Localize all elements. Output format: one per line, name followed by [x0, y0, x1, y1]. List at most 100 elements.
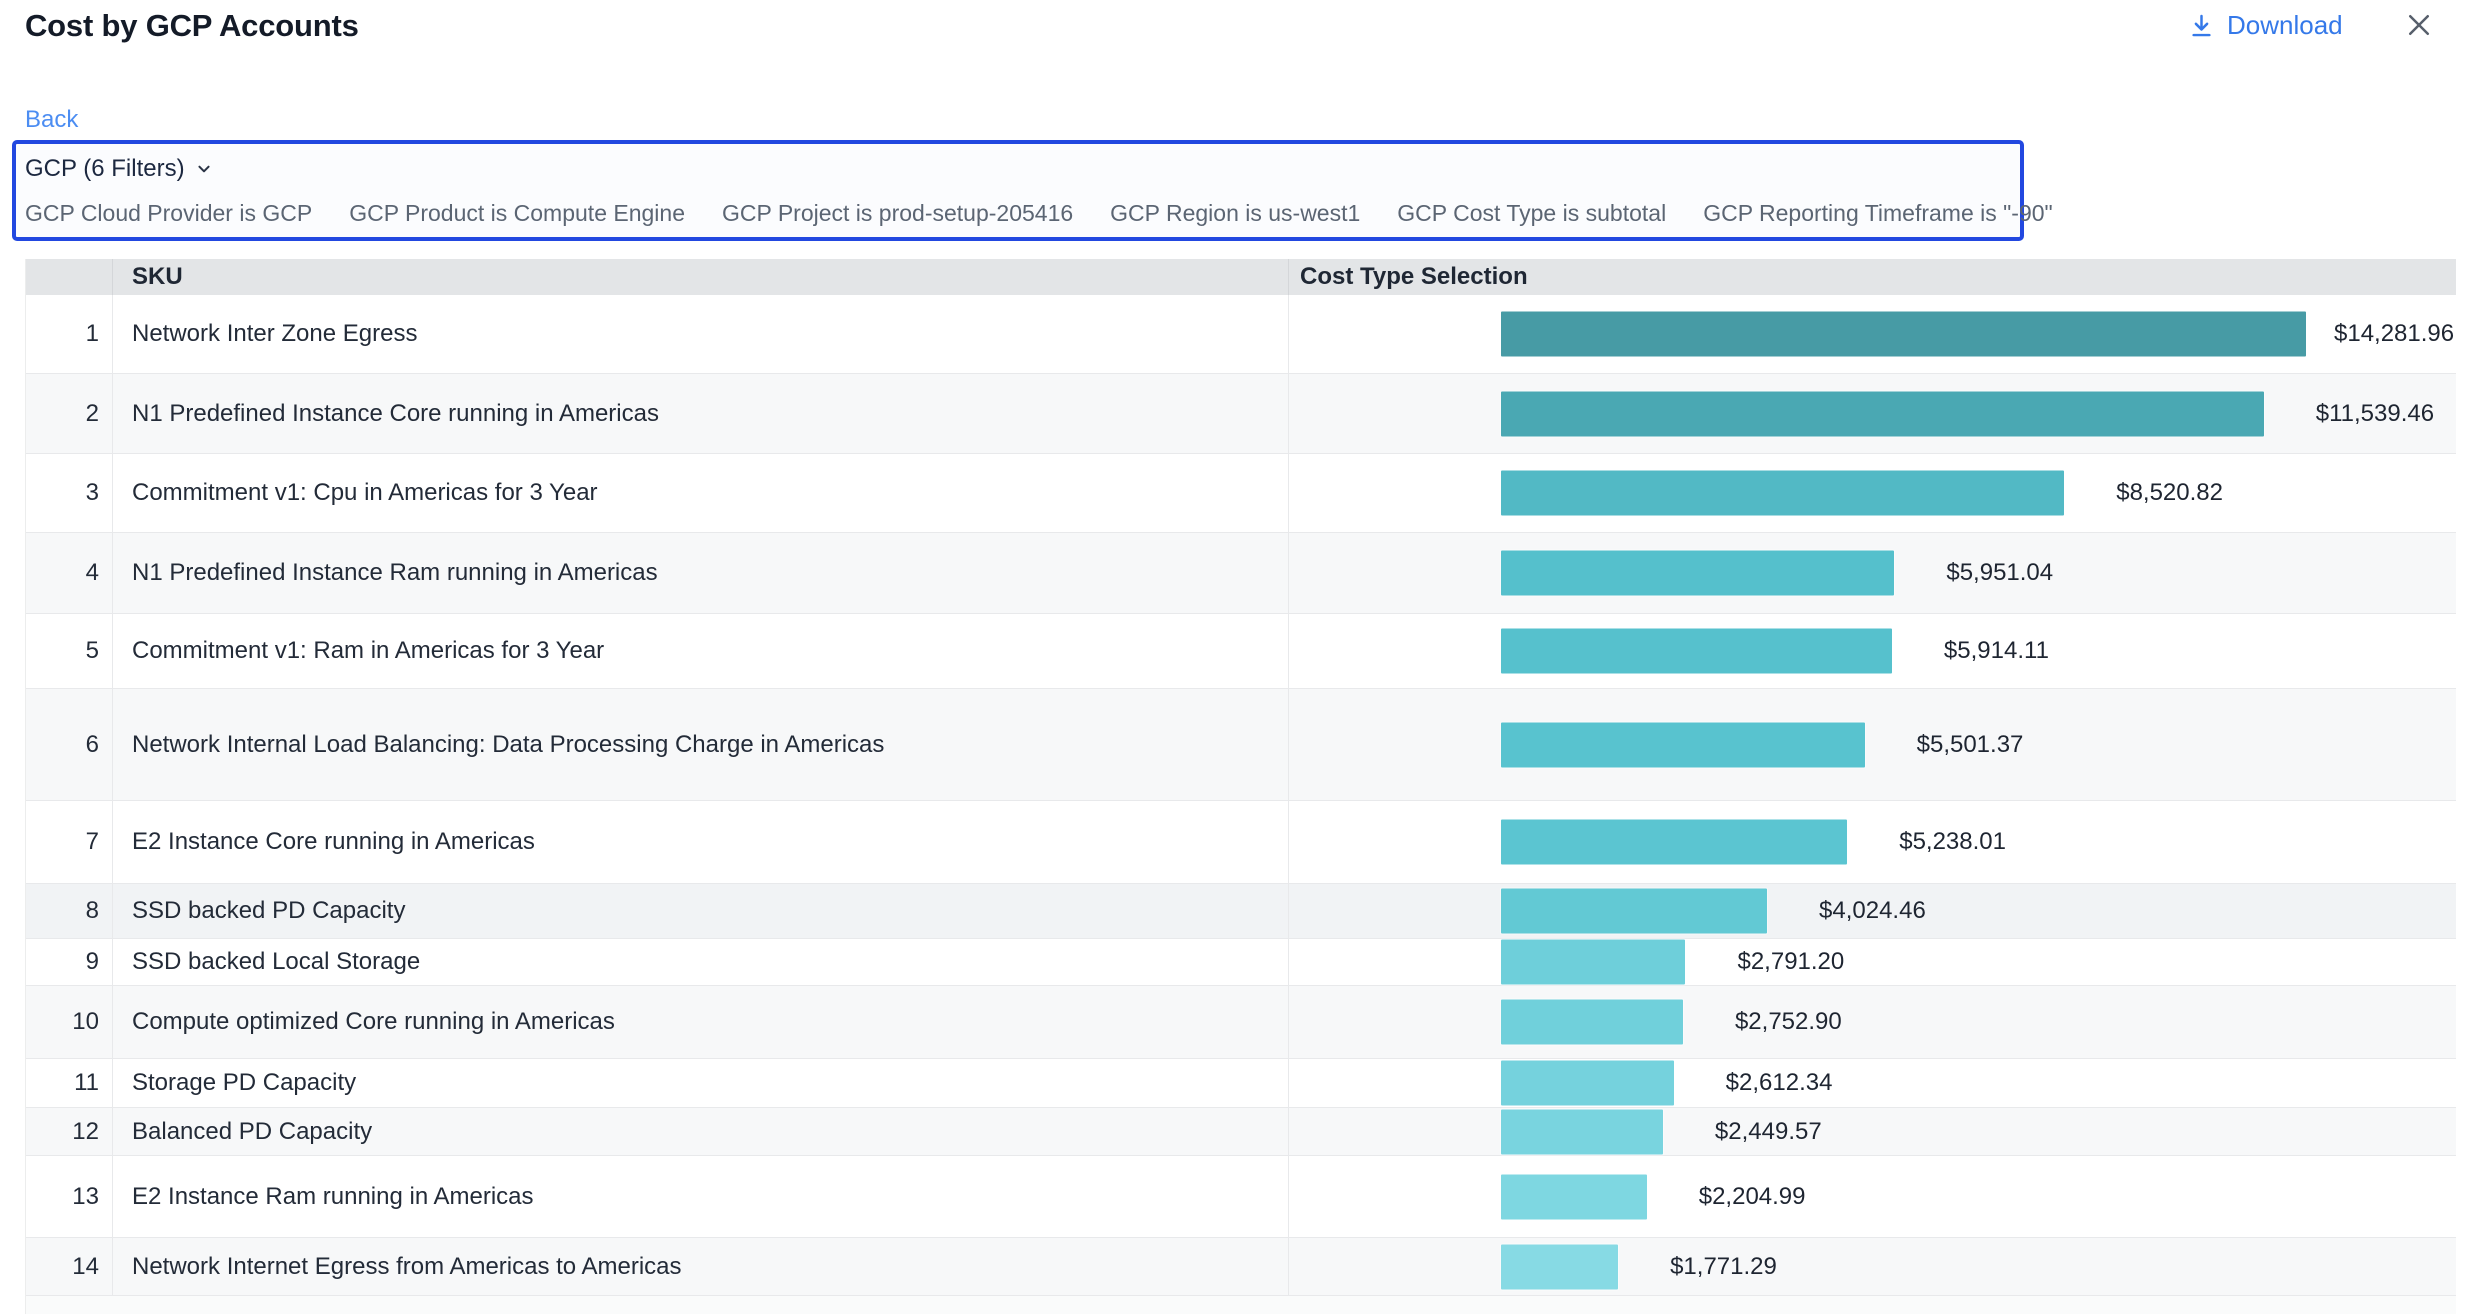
- cost-bar-cell: $5,501.37: [1289, 689, 2456, 800]
- cost-bar: [1501, 312, 2306, 357]
- row-rank: 11: [26, 1059, 113, 1107]
- cost-bar: [1501, 722, 1865, 767]
- cost-bar-cell: $4,024.46: [1289, 884, 2456, 938]
- filter-chip-list: GCP Cloud Provider is GCPGCP Product is …: [25, 200, 2053, 227]
- row-rank: 7: [26, 801, 113, 883]
- sku-cell: Network Internal Load Balancing: Data Pr…: [113, 689, 1289, 800]
- cost-bar: [1501, 1174, 1647, 1219]
- row-rank: 9: [26, 939, 113, 985]
- cost-value-label: $5,914.11: [1944, 637, 2049, 665]
- sku-cell: E2 Instance Ram running in Americas: [113, 1156, 1289, 1237]
- cost-value-label: $5,951.04: [1946, 559, 2053, 587]
- sku-cell: Commitment v1: Cpu in Americas for 3 Yea…: [113, 454, 1289, 532]
- table-row[interactable]: 13 E2 Instance Ram running in Americas $…: [26, 1156, 2456, 1238]
- cost-value-label: $2,204.99: [1699, 1183, 1806, 1211]
- filter-chip: GCP Product is Compute Engine: [349, 200, 685, 227]
- row-rank: 8: [26, 884, 113, 938]
- cost-value-label: $2,752.90: [1735, 1008, 1842, 1036]
- table-row[interactable]: 12 Balanced PD Capacity $2,449.57: [26, 1108, 2456, 1156]
- cost-bar-cell: $8,520.82: [1289, 454, 2456, 532]
- download-label: Download: [2227, 10, 2343, 41]
- cost-bar: [1501, 391, 2264, 436]
- filter-dropdown-toggle[interactable]: GCP (6 Filters): [25, 154, 215, 184]
- table-row[interactable]: 5 Commitment v1: Ram in Americas for 3 Y…: [26, 614, 2456, 689]
- cost-bar: [1501, 1061, 1674, 1106]
- sku-cell: Storage PD Capacity: [113, 1059, 1289, 1107]
- column-header-rank: [26, 259, 113, 295]
- row-rank: 12: [26, 1108, 113, 1155]
- cost-value-label: $4,024.46: [1819, 897, 1926, 925]
- row-rank: 3: [26, 454, 113, 532]
- close-button[interactable]: [2402, 8, 2436, 42]
- table-row[interactable]: 9 SSD backed Local Storage $2,791.20: [26, 939, 2456, 986]
- table-row[interactable]: 10 Compute optimized Core running in Ame…: [26, 986, 2456, 1059]
- filter-chip: GCP Cost Type is subtotal: [1397, 200, 1666, 227]
- column-header-cost-type-selection: Cost Type Selection: [1289, 259, 2456, 295]
- table-row[interactable]: 8 SSD backed PD Capacity $4,024.46: [26, 884, 2456, 939]
- cost-bar-cell: $2,204.99: [1289, 1156, 2456, 1237]
- cost-bar-cell: $2,612.34: [1289, 1059, 2456, 1107]
- filter-panel: GCP (6 Filters) GCP Cloud Provider is GC…: [12, 140, 2024, 241]
- cost-table: SKU Cost Type Selection 1 Network Inter …: [25, 259, 2456, 1314]
- close-icon: [2404, 10, 2434, 40]
- page-title: Cost by GCP Accounts: [25, 8, 359, 44]
- cost-bar: [1501, 889, 1767, 934]
- sku-cell: Commitment v1: Ram in Americas for 3 Yea…: [113, 614, 1289, 688]
- row-rank: 5: [26, 614, 113, 688]
- download-icon: [2188, 12, 2215, 39]
- table-header-row: SKU Cost Type Selection: [26, 259, 2456, 295]
- filter-chip: GCP Reporting Timeframe is "-90": [1703, 200, 2053, 227]
- cost-bar: [1501, 551, 1894, 596]
- cost-value-label: $8,520.82: [2116, 479, 2223, 507]
- cost-value-label: $2,612.34: [1726, 1069, 1833, 1097]
- filter-chip: GCP Project is prod-setup-205416: [722, 200, 1073, 227]
- cost-bar-cell: $14,281.96: [1289, 295, 2456, 373]
- row-rank: 2: [26, 374, 113, 453]
- cost-bar: [1501, 940, 1685, 985]
- cost-bar-cell: $1,771.29: [1289, 1238, 2456, 1295]
- sku-cell: E2 Instance Core running in Americas: [113, 801, 1289, 883]
- row-rank: 13: [26, 1156, 113, 1237]
- cost-value-label: $2,449.57: [1715, 1118, 1822, 1146]
- cost-bar: [1501, 820, 1847, 865]
- row-rank: 4: [26, 533, 113, 613]
- download-button[interactable]: Download: [2188, 10, 2343, 41]
- row-rank: 10: [26, 986, 113, 1058]
- cost-bar-cell: $5,951.04: [1289, 533, 2456, 613]
- cost-bar-cell: $2,449.57: [1289, 1108, 2456, 1155]
- cost-value-label: $11,539.46: [2316, 400, 2434, 428]
- cost-bar: [1501, 629, 1892, 674]
- cost-bar: [1501, 1000, 1683, 1045]
- table-row[interactable]: 7 E2 Instance Core running in Americas $…: [26, 801, 2456, 884]
- cost-value-label: $5,238.01: [1899, 828, 2006, 856]
- filter-chip: GCP Region is us-west1: [1110, 200, 1360, 227]
- cost-bar-cell: $5,238.01: [1289, 801, 2456, 883]
- row-rank: 1: [26, 295, 113, 373]
- table-row[interactable]: 2 N1 Predefined Instance Core running in…: [26, 374, 2456, 454]
- row-rank: 14: [26, 1238, 113, 1295]
- cost-value-label: $2,791.20: [1737, 948, 1844, 976]
- cost-bar-cell: $2,791.20: [1289, 939, 2456, 985]
- table-row[interactable]: 11 Storage PD Capacity $2,612.34: [26, 1059, 2456, 1108]
- chevron-down-icon: [193, 158, 215, 180]
- sku-cell: SSD backed PD Capacity: [113, 884, 1289, 938]
- table-row[interactable]: 3 Commitment v1: Cpu in Americas for 3 Y…: [26, 454, 2456, 533]
- table-row[interactable]: 4 N1 Predefined Instance Ram running in …: [26, 533, 2456, 614]
- cost-by-gcp-accounts-panel: Cost by GCP Accounts Download Back GCP (…: [0, 0, 2476, 1314]
- row-rank: 6: [26, 689, 113, 800]
- cost-bar-cell: $5,914.11: [1289, 614, 2456, 688]
- cost-bar: [1501, 1244, 1618, 1289]
- table-bottom-strip: [26, 1296, 2456, 1314]
- cost-bar-cell: $2,752.90: [1289, 986, 2456, 1058]
- back-link[interactable]: Back: [25, 106, 78, 134]
- table-row[interactable]: 1 Network Inter Zone Egress $14,281.96: [26, 295, 2456, 374]
- sku-cell: Network Inter Zone Egress: [113, 295, 1289, 373]
- cost-value-label: $1,771.29: [1670, 1253, 1777, 1281]
- sku-cell: SSD backed Local Storage: [113, 939, 1289, 985]
- sku-cell: Compute optimized Core running in Americ…: [113, 986, 1289, 1058]
- table-row[interactable]: 6 Network Internal Load Balancing: Data …: [26, 689, 2456, 801]
- column-header-sku: SKU: [113, 259, 1289, 295]
- cost-bar: [1501, 1109, 1663, 1154]
- sku-cell: Balanced PD Capacity: [113, 1108, 1289, 1155]
- table-row[interactable]: 14 Network Internet Egress from Americas…: [26, 1238, 2456, 1296]
